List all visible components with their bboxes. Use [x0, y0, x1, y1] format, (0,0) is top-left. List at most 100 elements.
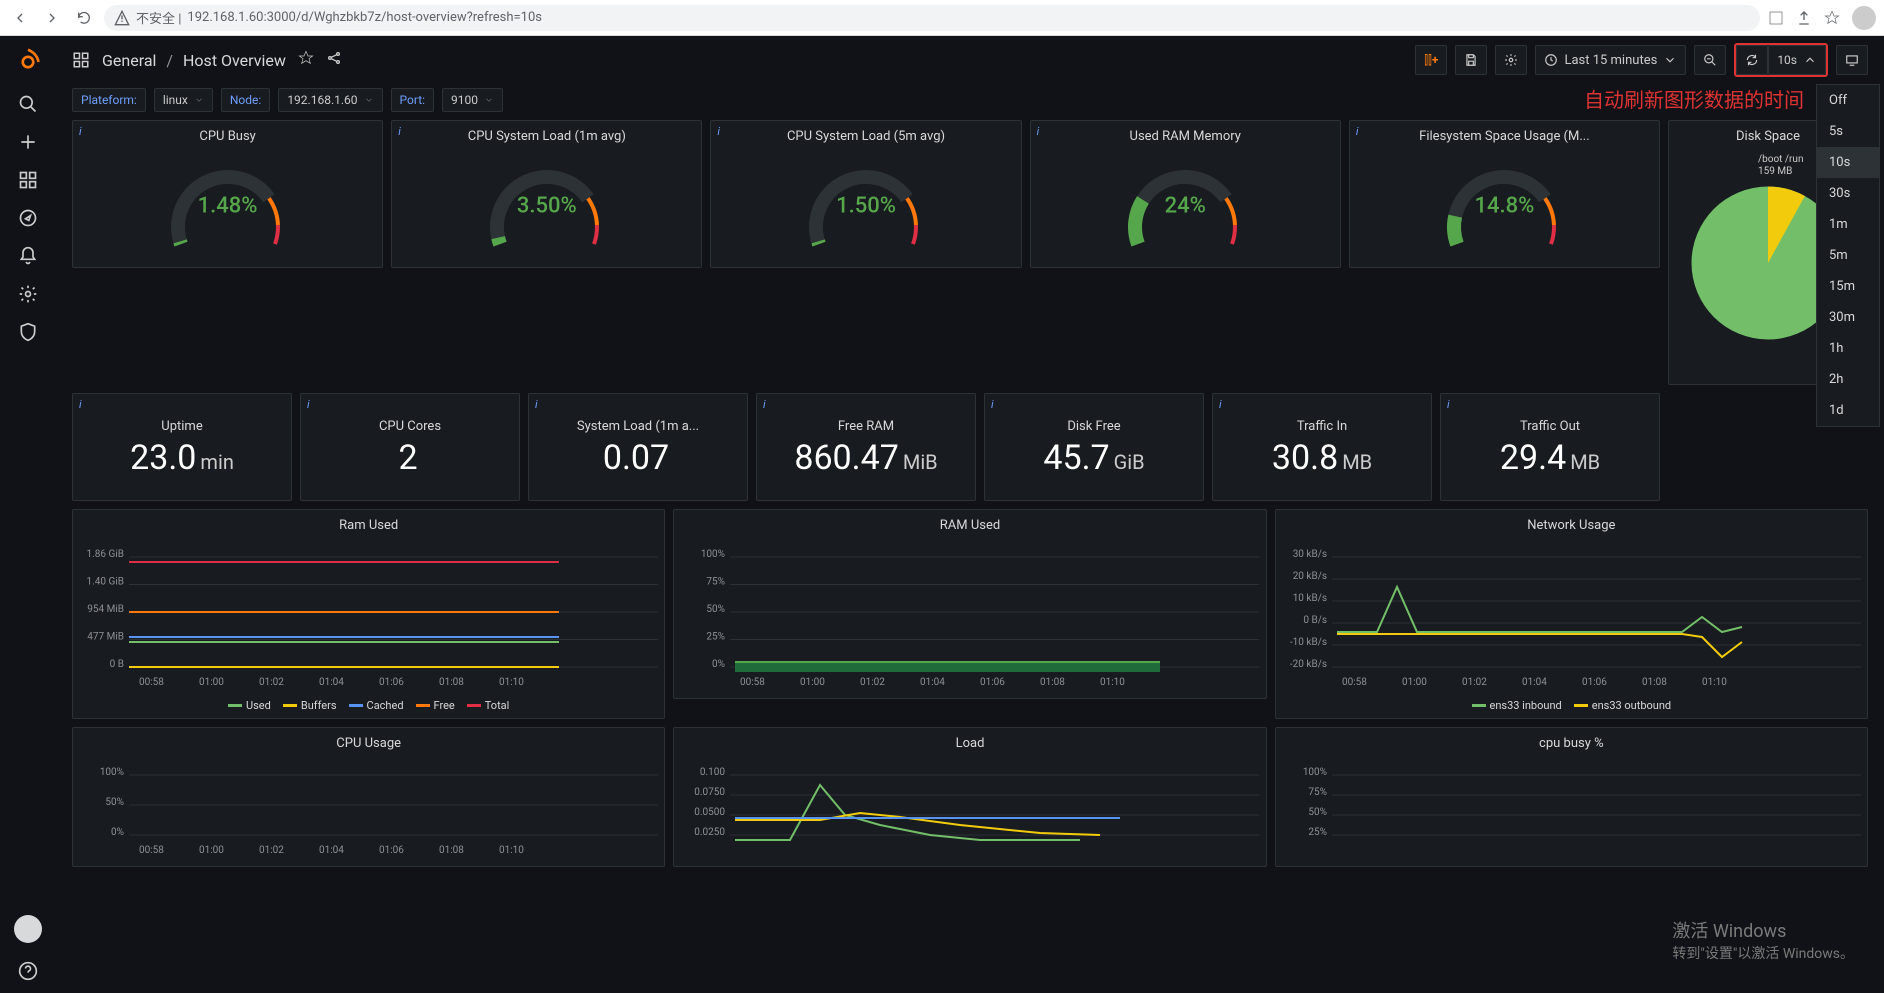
refresh-interval[interactable]: 10s: [1768, 45, 1826, 75]
refresh-option[interactable]: 30s: [1817, 178, 1879, 209]
url-text: 192.168.1.60:3000/d/Wghzbkb7z/host-overv…: [187, 10, 1750, 25]
grafana-logo[interactable]: [14, 48, 42, 76]
chevron-down-icon: [194, 95, 204, 105]
zoom-out-button[interactable]: [1694, 45, 1726, 75]
svg-text:0 B/s: 0 B/s: [1303, 615, 1327, 626]
refresh-option[interactable]: 5m: [1817, 240, 1879, 271]
chart-panel[interactable]: cpu busy % 100%75%50%25%: [1275, 727, 1868, 867]
panel-title: CPU Busy: [79, 127, 376, 148]
avatar[interactable]: [1852, 6, 1876, 30]
stat-panel[interactable]: i Traffic In 30.8MB: [1212, 393, 1432, 501]
help-icon[interactable]: [18, 961, 38, 981]
explore-icon[interactable]: [18, 208, 38, 228]
breadcrumb-root[interactable]: General: [102, 51, 156, 70]
stat-value: 30.8MB: [1219, 438, 1425, 478]
panel-title: Network Usage: [1282, 516, 1861, 537]
stat-value: 2: [307, 438, 513, 478]
gauge-panel[interactable]: i Used RAM Memory 24%: [1030, 120, 1341, 268]
gauge-panel[interactable]: i Filesystem Space Usage (M... 14.8%: [1349, 120, 1660, 268]
chart-panel[interactable]: Load 0.1000.07500.05000.0250: [673, 727, 1266, 867]
stat-panel[interactable]: i Free RAM 860.47MiB: [756, 393, 976, 501]
gauge-value: 14.8%: [1474, 193, 1534, 218]
stat-panel[interactable]: i CPU Cores 2: [300, 393, 520, 501]
chart-panel[interactable]: RAM Used 100%75%50%25%0%00:5801:0001:020…: [673, 509, 1266, 699]
svg-text:50%: 50%: [1308, 807, 1327, 818]
share-browser-icon[interactable]: [1796, 10, 1812, 26]
url-bar[interactable]: 不安全 | 192.168.1.60:3000/d/Wghzbkb7z/host…: [104, 5, 1760, 31]
settings-button[interactable]: [1495, 45, 1527, 75]
back-button[interactable]: [8, 6, 32, 30]
var-platform-select[interactable]: linux: [154, 88, 213, 112]
svg-text:01:06: 01:06: [379, 677, 404, 688]
refresh-option[interactable]: 15m: [1817, 271, 1879, 302]
shield-icon[interactable]: [18, 322, 38, 342]
stat-panel[interactable]: i Traffic Out 29.4MB: [1440, 393, 1660, 501]
chart-panel[interactable]: Network Usage 30 kB/s20 kB/s10 kB/s0 B/s…: [1275, 509, 1868, 719]
dashboards-icon[interactable]: [18, 170, 38, 190]
refresh-option[interactable]: 1h: [1817, 333, 1879, 364]
time-label: Last 15 minutes: [1564, 53, 1657, 68]
svg-text:0.0250: 0.0250: [695, 827, 726, 838]
svg-text:50%: 50%: [707, 604, 726, 615]
gauge: 3.50%: [398, 148, 695, 261]
refresh-option[interactable]: 1m: [1817, 209, 1879, 240]
gauge-panel[interactable]: i CPU System Load (1m avg) 3.50%: [391, 120, 702, 268]
svg-text:10 kB/s: 10 kB/s: [1292, 593, 1326, 604]
panel-title: Used RAM Memory: [1037, 127, 1334, 148]
stat-value: 45.7GiB: [991, 438, 1197, 478]
gauge: 14.8%: [1356, 148, 1653, 261]
svg-text:75%: 75%: [1308, 787, 1327, 798]
refresh-option[interactable]: Off: [1817, 85, 1879, 116]
svg-text:0.100: 0.100: [700, 767, 725, 778]
page-title[interactable]: Host Overview: [183, 51, 286, 70]
refresh-option[interactable]: 5s: [1817, 116, 1879, 147]
stat-panel[interactable]: i System Load (1m a... 0.07: [528, 393, 748, 501]
panel-title: Traffic In: [1219, 417, 1425, 438]
gauge-panel[interactable]: i CPU System Load (5m avg) 1.50%: [710, 120, 1021, 268]
var-port-select[interactable]: 9100: [442, 88, 503, 112]
refresh-option[interactable]: 1d: [1817, 395, 1879, 426]
bell-icon[interactable]: [18, 246, 38, 266]
star-icon[interactable]: [1824, 10, 1840, 26]
refresh-option[interactable]: 30m: [1817, 302, 1879, 333]
chart-panel[interactable]: CPU Usage 100%50%0%00:5801:0001:0201:040…: [72, 727, 665, 867]
chart-panel[interactable]: Ram Used 1.86 GiB1.40 GiB954 MiB477 MiB0…: [72, 509, 665, 719]
refresh-option[interactable]: 2h: [1817, 364, 1879, 395]
gauge-panel[interactable]: i CPU Busy 1.48%: [72, 120, 383, 268]
svg-text:954 MiB: 954 MiB: [87, 604, 124, 615]
gauge-value: 3.50%: [517, 193, 577, 218]
translate-icon[interactable]: [1768, 10, 1784, 26]
star-button[interactable]: [298, 50, 314, 70]
chart-svg: 0.1000.07500.05000.0250: [680, 755, 1259, 860]
share-button[interactable]: [326, 50, 342, 70]
svg-text:01:00: 01:00: [800, 677, 825, 688]
refresh-option[interactable]: 10s: [1817, 147, 1879, 178]
panel-title: Free RAM: [763, 417, 969, 438]
svg-text:-10 kB/s: -10 kB/s: [1290, 637, 1327, 648]
svg-text:00:58: 00:58: [1342, 677, 1367, 688]
stat-panel[interactable]: i Uptime 23.0min: [72, 393, 292, 501]
time-picker[interactable]: Last 15 minutes: [1535, 45, 1686, 75]
var-platform-label: Plateform:: [72, 88, 146, 112]
legend: UsedBuffersCachedFreeTotal: [79, 695, 658, 712]
chevron-up-icon: [1803, 53, 1817, 67]
forward-button[interactable]: [40, 6, 64, 30]
save-button[interactable]: [1455, 45, 1487, 75]
svg-text:01:06: 01:06: [980, 677, 1005, 688]
svg-text:01:06: 01:06: [379, 845, 404, 856]
chart-svg: 30 kB/s20 kB/s10 kB/s0 B/s-10 kB/s-20 kB…: [1282, 537, 1861, 695]
var-node-select[interactable]: 192.168.1.60: [278, 88, 382, 112]
add-panel-button[interactable]: ⫿⫿+: [1415, 45, 1447, 75]
panel-title: RAM Used: [680, 516, 1259, 537]
refresh-button[interactable]: [1736, 45, 1768, 75]
plus-icon[interactable]: [18, 132, 38, 152]
stat-panel[interactable]: i Disk Free 45.7GiB: [984, 393, 1204, 501]
url-prefix: 不安全 |: [136, 8, 181, 27]
svg-text:01:10: 01:10: [499, 845, 524, 856]
svg-text:100%: 100%: [701, 549, 725, 560]
gear-icon[interactable]: [18, 284, 38, 304]
tv-mode-button[interactable]: [1836, 45, 1868, 75]
user-avatar[interactable]: [14, 915, 42, 943]
reload-button[interactable]: [72, 6, 96, 30]
search-icon[interactable]: [18, 94, 38, 114]
